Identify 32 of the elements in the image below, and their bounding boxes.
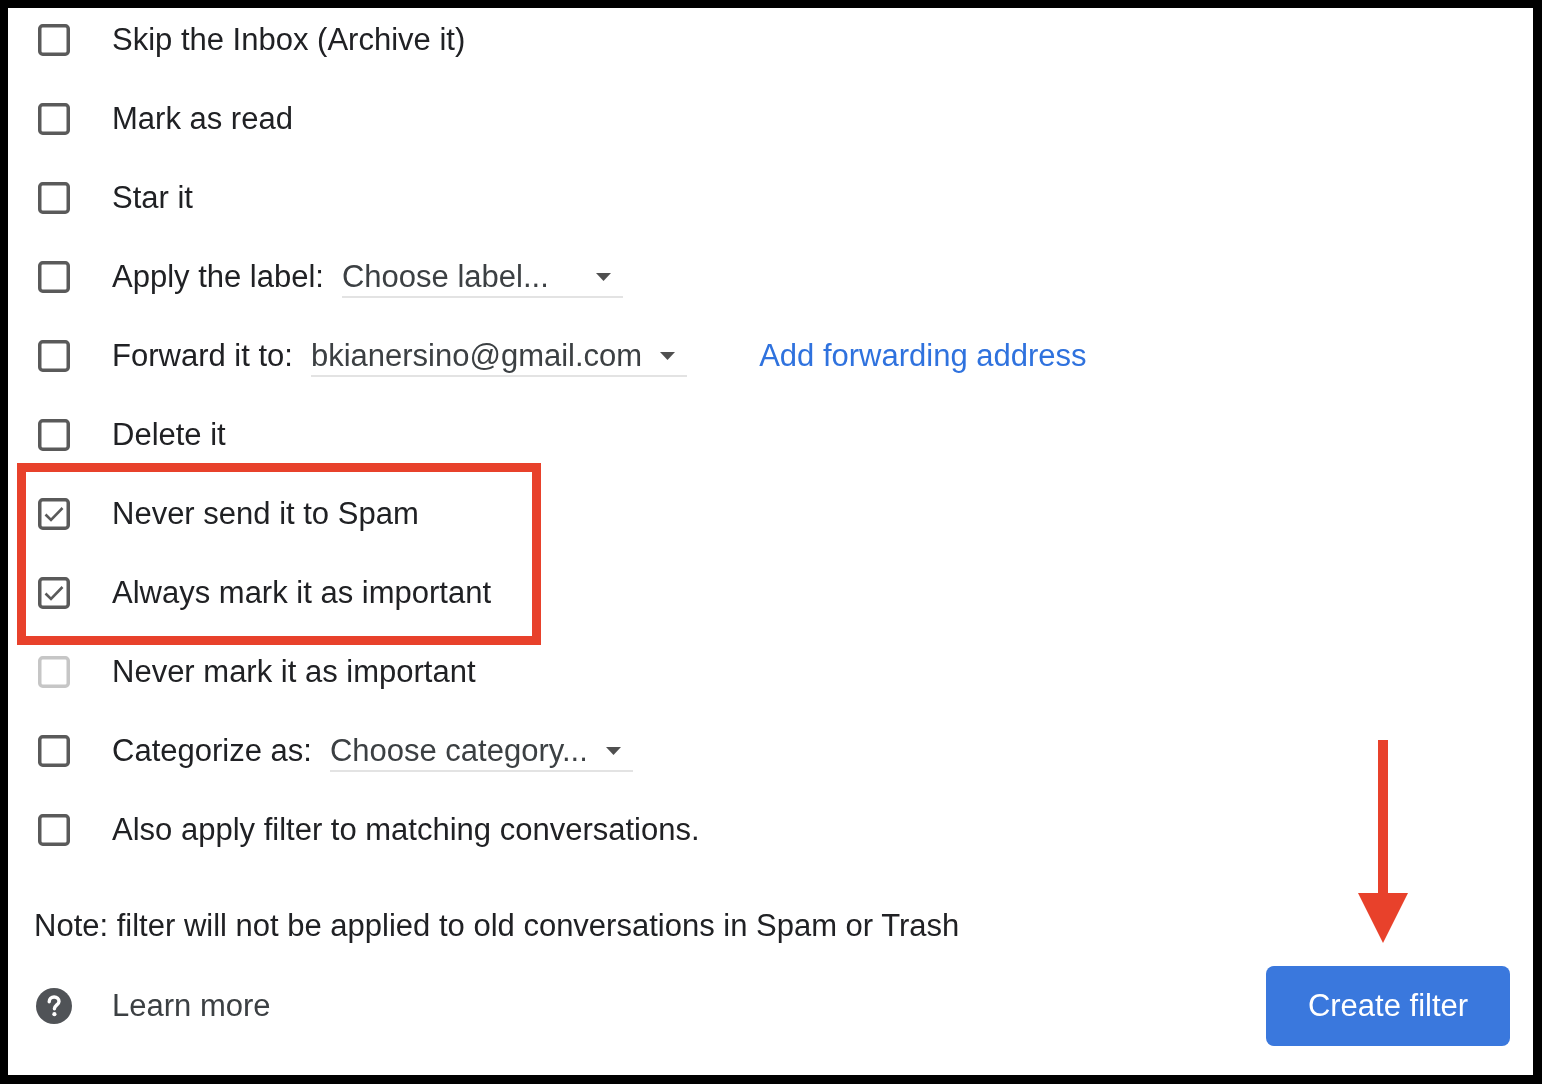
checkbox[interactable] bbox=[38, 181, 70, 214]
caret-icon bbox=[660, 351, 676, 360]
checkbox[interactable] bbox=[38, 734, 70, 767]
checkbox[interactable] bbox=[38, 813, 70, 846]
create-filter-button[interactable]: Create filter bbox=[1266, 966, 1510, 1046]
checkbox[interactable] bbox=[38, 260, 70, 293]
checkbox[interactable] bbox=[38, 339, 70, 372]
option-label: Mark as read bbox=[112, 100, 293, 137]
add-forwarding-address-link[interactable]: Add forwarding address bbox=[759, 337, 1087, 374]
dropdown[interactable]: bkianersino@gmail.com bbox=[310, 336, 688, 377]
option-label: Delete it bbox=[112, 416, 226, 453]
checkbox[interactable] bbox=[38, 576, 70, 609]
dropdown[interactable]: Choose category... bbox=[329, 731, 633, 772]
option-label: Never send it to Spam bbox=[112, 495, 419, 532]
option-label: Never mark it as important bbox=[112, 653, 476, 690]
option-label: Forward it to: bbox=[112, 337, 293, 374]
option-label: Also apply filter to matching conversations. bbox=[112, 811, 700, 848]
checkbox[interactable] bbox=[38, 418, 70, 451]
learn-more-link[interactable]: Learn more bbox=[112, 988, 271, 1024]
checkbox[interactable] bbox=[38, 102, 70, 135]
option-label: Categorize as: bbox=[112, 732, 312, 769]
caret-icon bbox=[605, 746, 621, 755]
option-label: Star it bbox=[112, 179, 193, 216]
caret-icon bbox=[596, 272, 611, 281]
dropdown[interactable]: Choose label... bbox=[342, 257, 623, 298]
checkbox[interactable] bbox=[38, 23, 70, 56]
option-label: Skip the Inbox (Archive it) bbox=[112, 21, 466, 58]
help-icon[interactable] bbox=[36, 988, 72, 1024]
checkbox[interactable] bbox=[38, 497, 70, 530]
note-text: Note: filter will not be applied to old conversations in Spam or Trash bbox=[34, 908, 960, 944]
option-label: Always mark it as important bbox=[112, 574, 491, 611]
option-label: Apply the label: bbox=[112, 258, 324, 295]
